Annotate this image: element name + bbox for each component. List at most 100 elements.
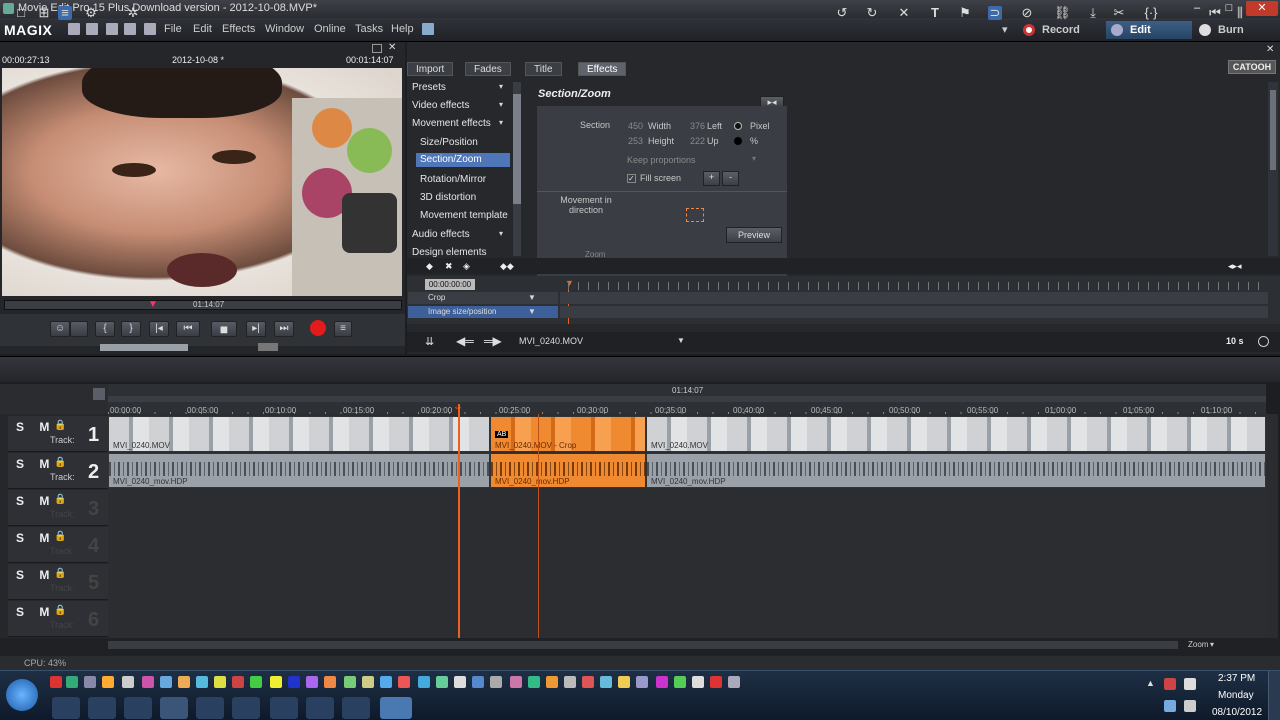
- taskbar-ie[interactable]: [52, 697, 80, 719]
- video-preview[interactable]: [2, 68, 402, 296]
- menu-icon[interactable]: ≡: [334, 321, 352, 337]
- track-header-6[interactable]: S M 🔒 Track: 6: [8, 601, 108, 637]
- undo-icon[interactable]: ↺: [835, 6, 849, 20]
- mouse-mode-icon[interactable]: ⊃: [988, 6, 1002, 20]
- face-icon[interactable]: ☺: [50, 321, 70, 337]
- quicklaunch-icon[interactable]: [142, 676, 154, 688]
- lock-icon[interactable]: 🔒: [54, 605, 66, 616]
- audio-clip-1[interactable]: MVI_0240_mov.HDP: [108, 453, 490, 488]
- split-icon[interactable]: ⤓: [1086, 6, 1100, 20]
- tree-movement-effects[interactable]: Movement effects: [412, 118, 491, 129]
- lock-icon[interactable]: 🔒: [54, 494, 66, 505]
- quicklaunch-icon[interactable]: [288, 676, 300, 688]
- record-mode-button[interactable]: Record: [1018, 21, 1106, 39]
- video-clip-selected[interactable]: MVI_0240.MOV - Crop AB: [490, 416, 646, 452]
- kf-lane-crop[interactable]: [560, 292, 1268, 304]
- quicklaunch-icon[interactable]: [250, 676, 262, 688]
- group-icon[interactable]: {·}: [1144, 6, 1158, 20]
- menu-window[interactable]: Window: [265, 23, 304, 35]
- settings-icon[interactable]: [124, 23, 136, 35]
- preview-mode-icon[interactable]: [70, 321, 88, 337]
- taskbar-explorer[interactable]: [160, 697, 188, 719]
- keep-proportions-arrow-icon[interactable]: ▾: [752, 154, 756, 163]
- quicklaunch-icon[interactable]: [178, 676, 190, 688]
- effects-close-icon[interactable]: ✕: [1266, 44, 1274, 55]
- direction-pad[interactable]: [672, 196, 718, 240]
- quicklaunch-icon[interactable]: [214, 676, 226, 688]
- preview-button[interactable]: Preview: [726, 227, 782, 243]
- zoom-out-button[interactable]: -: [722, 171, 739, 186]
- cut-icon[interactable]: ⊘: [1020, 6, 1034, 20]
- tray-icon[interactable]: [1164, 678, 1176, 690]
- video-clip-2[interactable]: MVI_0240.MOV: [646, 416, 1266, 452]
- burn-mode-button[interactable]: Burn: [1194, 21, 1278, 39]
- mark-out-icon[interactable]: }: [121, 321, 141, 337]
- ruler-range-bar[interactable]: [108, 396, 1266, 402]
- track-header-4[interactable]: S M 🔒 Track: 4: [8, 527, 108, 563]
- keyframe-nav-icon[interactable]: ◆◆: [500, 261, 514, 272]
- taskbar-chrome[interactable]: [124, 697, 152, 719]
- up-value[interactable]: 222: [690, 136, 705, 146]
- tray-expand-icon[interactable]: ▲: [1146, 678, 1155, 688]
- quicklaunch-icon[interactable]: [600, 676, 612, 688]
- track-scrollbar[interactable]: [1266, 414, 1278, 638]
- video-clip-1[interactable]: MVI_0240.MOV: [108, 416, 490, 452]
- quicklaunch-icon[interactable]: [490, 676, 502, 688]
- tray-icon[interactable]: [1184, 678, 1196, 690]
- keep-proportions[interactable]: Keep proportions: [627, 155, 696, 165]
- keyframe-zoom-icon[interactable]: ◂▸◂: [1228, 261, 1242, 272]
- taskbar-magix[interactable]: [380, 697, 412, 719]
- menu-tasks[interactable]: Tasks: [355, 23, 383, 35]
- menu-file[interactable]: File: [164, 23, 182, 35]
- quicklaunch-icon[interactable]: [436, 676, 448, 688]
- show-desktop-button[interactable]: [1268, 671, 1280, 720]
- quicklaunch-icon[interactable]: [50, 676, 62, 688]
- lock-icon[interactable]: 🔒: [54, 457, 66, 468]
- quicklaunch-icon[interactable]: [454, 676, 466, 688]
- left-value[interactable]: 376: [690, 121, 705, 131]
- close-button[interactable]: ✕: [1246, 1, 1278, 16]
- effects-scroll-thumb[interactable]: [1270, 90, 1276, 170]
- effects-menu-icon[interactable]: ✲: [126, 6, 140, 20]
- quicklaunch-icon[interactable]: [618, 676, 630, 688]
- quicklaunch-icon[interactable]: [528, 676, 540, 688]
- mixer-panel-icon[interactable]: ⫼: [1233, 6, 1247, 20]
- link-icon[interactable]: ⛓: [1054, 6, 1071, 20]
- tab-effects[interactable]: Effects: [578, 62, 627, 76]
- track-header-2[interactable]: S M 🔒 Track: 2: [8, 453, 108, 489]
- volume-slider[interactable]: [258, 343, 278, 351]
- marker-icon[interactable]: ⚑: [958, 6, 972, 20]
- quicklaunch-icon[interactable]: [84, 676, 96, 688]
- record-icon[interactable]: [310, 320, 326, 336]
- track-sm[interactable]: S M: [16, 420, 55, 434]
- video-effects-arrow-icon[interactable]: ▾: [499, 100, 503, 109]
- tab-title[interactable]: Title: [525, 62, 562, 76]
- taskbar-app[interactable]: [232, 697, 260, 719]
- skip-start-icon[interactable]: ⏮: [176, 321, 200, 337]
- quicklaunch-icon[interactable]: [270, 676, 282, 688]
- delete-icon[interactable]: ✕: [897, 6, 911, 20]
- settings-icon-small[interactable]: [1258, 336, 1269, 347]
- tree-section-zoom[interactable]: Section/Zoom: [416, 153, 510, 167]
- tree-rotation-mirror[interactable]: Rotation/Mirror: [420, 174, 486, 185]
- start-button[interactable]: [6, 679, 38, 711]
- expand-down-icon[interactable]: ⇊: [425, 335, 434, 348]
- kf-lane-image-size[interactable]: [560, 306, 1268, 318]
- transition-ab-icon[interactable]: AB: [495, 431, 509, 438]
- quicklaunch-icon[interactable]: [362, 676, 374, 688]
- skip-icon[interactable]: ⏮: [1208, 6, 1222, 20]
- delete-keyframe-icon[interactable]: ✖: [445, 261, 453, 272]
- tab-import[interactable]: Import: [407, 62, 454, 76]
- dropdown-arrow-icon[interactable]: ▾: [1002, 23, 1008, 36]
- add-keyframe-icon[interactable]: ◆: [426, 261, 433, 272]
- audio-effects-arrow-icon[interactable]: ▾: [499, 229, 503, 238]
- taskbar-app[interactable]: [306, 697, 334, 719]
- pixel-radio[interactable]: [734, 122, 742, 130]
- lock-icon[interactable]: 🔒: [54, 568, 66, 579]
- title-icon[interactable]: T: [928, 6, 942, 20]
- quicklaunch-icon[interactable]: [306, 676, 318, 688]
- scene-overview-icon[interactable]: ⊞: [37, 6, 51, 20]
- prev-marker-icon[interactable]: |◂: [149, 321, 169, 337]
- edit-mode-button[interactable]: Edit: [1106, 21, 1192, 39]
- back-arrow-icon[interactable]: ◀═: [456, 334, 474, 348]
